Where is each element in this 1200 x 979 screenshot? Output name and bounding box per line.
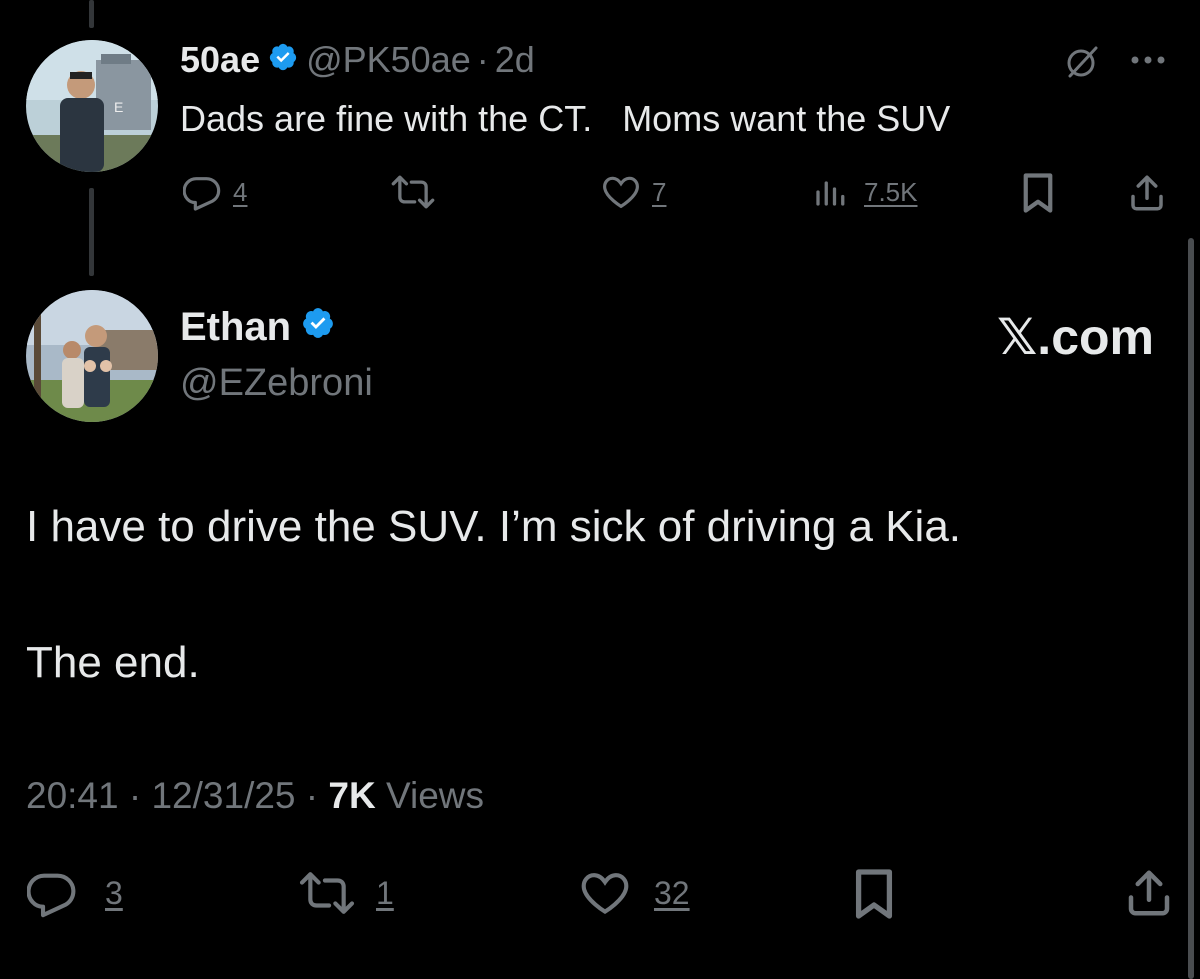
reply-icon — [27, 867, 79, 919]
bookmark-icon — [852, 866, 896, 922]
post-meta: 20:41 · 12/31/25 · 7K Views — [26, 775, 484, 817]
bookmark-button[interactable] — [1020, 172, 1056, 214]
views-count: 7.5K — [864, 176, 918, 207]
verified-badge-icon — [268, 39, 298, 81]
verified-badge-icon — [301, 305, 335, 350]
bookmark-button[interactable] — [852, 866, 896, 922]
thread-line-top — [89, 0, 94, 28]
reply-text: Dads are fine with the CT. Moms want the… — [180, 98, 951, 139]
bookmark-icon — [1020, 172, 1056, 214]
reply-header: 50ae @PK50ae · 2d — [180, 39, 535, 81]
views-count[interactable]: 7K — [328, 775, 375, 816]
handle[interactable]: @PK50ae — [306, 39, 471, 81]
post-author: Ethan — [180, 305, 335, 350]
avatar-ethan[interactable] — [26, 290, 158, 422]
reply-icon — [183, 172, 223, 212]
like-count: 7 — [652, 176, 667, 207]
share-button[interactable] — [1122, 866, 1176, 920]
avatar-50ae[interactable]: E — [26, 40, 158, 172]
share-button[interactable] — [1126, 172, 1168, 214]
repost-icon — [390, 172, 436, 212]
repost-icon — [296, 868, 358, 918]
reply-button[interactable]: 4 — [183, 172, 247, 212]
repost-button[interactable] — [390, 172, 436, 212]
like-button[interactable]: 32 — [578, 867, 690, 919]
scrollbar[interactable] — [1188, 238, 1194, 979]
separator: · — [305, 775, 319, 816]
reply-count: 4 — [233, 176, 248, 207]
like-count: 32 — [654, 874, 690, 911]
handle[interactable]: @EZebroni — [180, 362, 373, 405]
post-time[interactable]: 20:41 — [26, 775, 119, 816]
post-age[interactable]: 2d — [495, 39, 535, 81]
post-text-line2: The end. — [26, 638, 200, 687]
post-date[interactable]: 12/31/25 — [151, 775, 295, 816]
more-icon[interactable] — [1130, 52, 1170, 68]
display-name[interactable]: 50ae — [180, 39, 260, 81]
views-icon — [812, 172, 848, 212]
repost-button[interactable]: 1 — [296, 868, 394, 918]
reply-button[interactable]: 3 — [27, 867, 123, 919]
separator: · — [128, 775, 142, 816]
thread-line-bottom — [89, 188, 94, 276]
grok-icon[interactable] — [1064, 44, 1100, 80]
svg-text:E: E — [114, 99, 123, 115]
like-button[interactable]: 7 — [600, 172, 666, 212]
share-icon — [1126, 172, 1168, 214]
share-icon — [1122, 866, 1176, 920]
like-icon — [600, 172, 642, 212]
post-text-line1: I have to drive the SUV. I’m sick of dri… — [26, 502, 962, 551]
like-icon — [578, 867, 632, 919]
views-label: Views — [386, 775, 485, 816]
reply-count: 3 — [105, 874, 123, 911]
views-button[interactable]: 7.5K — [812, 172, 918, 212]
separator: · — [476, 39, 489, 80]
brand-label: 𝕏.com — [997, 309, 1154, 365]
display-name[interactable]: Ethan — [180, 305, 291, 350]
repost-count: 1 — [376, 874, 394, 911]
